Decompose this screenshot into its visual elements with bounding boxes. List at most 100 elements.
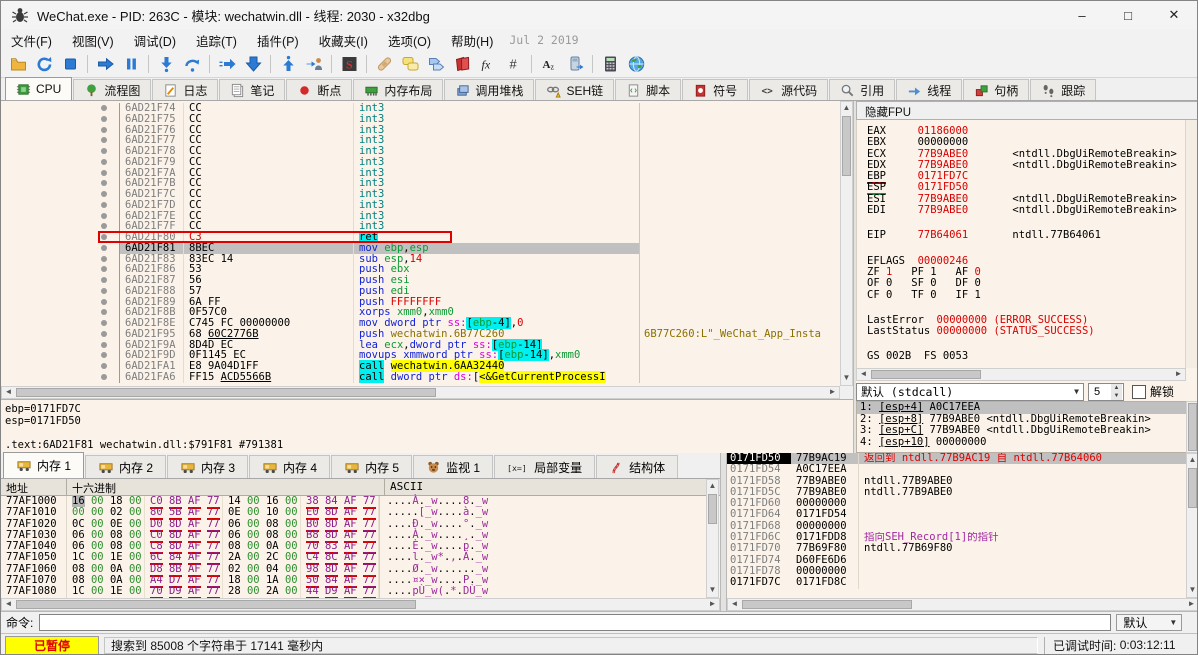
- hide-fpu-button[interactable]: 隐藏FPU: [856, 101, 1198, 120]
- attach-icon[interactable]: [302, 53, 326, 76]
- tab-seh[interactable]: SEH链: [535, 79, 614, 100]
- breakpoint-dot-icon[interactable]: [1, 275, 120, 286]
- menu-item[interactable]: 帮助(H): [441, 31, 503, 50]
- bookmarks-icon[interactable]: [450, 53, 474, 76]
- breakpoint-dot-icon[interactable]: [1, 135, 120, 146]
- tab-memory-5[interactable]: 内存 5: [331, 455, 412, 478]
- bottom-splitter[interactable]: [720, 453, 727, 611]
- breakpoint-dot-icon[interactable]: [1, 297, 120, 308]
- pause-icon[interactable]: [119, 53, 143, 76]
- calculator-icon[interactable]: [598, 53, 622, 76]
- breakpoint-dot-icon[interactable]: [1, 318, 120, 329]
- tab-script[interactable]: 脚本: [615, 79, 681, 100]
- tab-log[interactable]: 日志: [152, 79, 218, 100]
- breakpoint-dot-icon[interactable]: [1, 157, 120, 168]
- disassembly-view[interactable]: 6AD21F74CCint36AD21F75CCint36AD21F76CCin…: [1, 101, 840, 386]
- execute-till-return-icon[interactable]: [276, 53, 300, 76]
- tab-references[interactable]: 引用: [829, 79, 895, 100]
- menu-item[interactable]: 视图(V): [62, 31, 124, 50]
- tab-callstack[interactable]: 调用堆栈: [444, 79, 534, 100]
- breakpoint-dot-icon[interactable]: [1, 125, 120, 136]
- disasm-row[interactable]: 6AD21F7DCCint3: [1, 200, 840, 211]
- registers-vscrollbar[interactable]: [1185, 120, 1198, 368]
- disasm-row[interactable]: 6AD21F75CCint3: [1, 114, 840, 125]
- run-icon[interactable]: [93, 53, 117, 76]
- stack-row[interactable]: 0171FD7077B69F80ntdll.77B69F80: [727, 543, 1186, 554]
- dump-row[interactable]: 77AF101000 00 02 0080 5B AF 770E 00 10 0…: [1, 507, 720, 518]
- breakpoint-dot-icon[interactable]: [1, 232, 120, 243]
- stack-hscrollbar[interactable]: ◄►: [727, 598, 1198, 611]
- tab-graph[interactable]: 流程图: [73, 79, 151, 100]
- register-line[interactable]: LastStatus 00000000 (STATUS_SUCCESS): [867, 326, 1186, 337]
- breakpoint-dot-icon[interactable]: [1, 146, 120, 157]
- tab-memory-2[interactable]: 内存 2: [85, 455, 166, 478]
- labels-icon[interactable]: [424, 53, 448, 76]
- stack-row[interactable]: 0171FD54A0C17EEA: [727, 464, 1186, 475]
- dump-vscrollbar[interactable]: ▲▼: [706, 479, 719, 598]
- command-profile-select[interactable]: 默认 ▼: [1116, 614, 1182, 631]
- calling-convention-select[interactable]: 默认 (stdcall) ▼: [856, 383, 1084, 401]
- step-over-icon[interactable]: [180, 53, 204, 76]
- internet-icon[interactable]: [624, 53, 648, 76]
- scylla-icon[interactable]: S: [337, 53, 361, 76]
- breakpoint-dot-icon[interactable]: [1, 340, 120, 351]
- breakpoint-dot-icon[interactable]: [1, 286, 120, 297]
- breakpoint-dot-icon[interactable]: [1, 114, 120, 125]
- breakpoint-dot-icon[interactable]: [1, 254, 120, 265]
- register-line[interactable]: EIP 77B64061 ntdll.77B64061: [867, 230, 1186, 241]
- tab-memmap[interactable]: 内存布局: [353, 79, 443, 100]
- menu-item[interactable]: 收藏夹(I): [309, 31, 378, 50]
- tab-locals[interactable]: [x=]局部变量: [494, 455, 595, 478]
- tab-memory-4[interactable]: 内存 4: [249, 455, 330, 478]
- breakpoint-dot-icon[interactable]: [1, 307, 120, 318]
- breakpoint-dot-icon[interactable]: [1, 372, 120, 383]
- stack-vscrollbar[interactable]: ▲▼: [1186, 453, 1198, 598]
- maximize-button[interactable]: □: [1105, 1, 1151, 29]
- checkbox-box[interactable]: [1132, 385, 1146, 399]
- close-icon[interactable]: [58, 53, 82, 76]
- menu-item[interactable]: 文件(F): [1, 31, 62, 50]
- menu-item[interactable]: 调试(D): [124, 31, 186, 50]
- command-input[interactable]: [39, 614, 1111, 631]
- breakpoint-dot-icon[interactable]: [1, 189, 120, 200]
- register-line[interactable]: GS 002B FS 0053: [867, 351, 1186, 362]
- register-line[interactable]: EDI 77B9ABE0 <ntdll.DbgUiRemoteBreakin>: [867, 205, 1186, 216]
- tab-handles[interactable]: 句柄: [963, 79, 1029, 100]
- function-icon[interactable]: fx: [476, 53, 500, 76]
- dump-row[interactable]: 77AF10801C 00 1E 0070 D9 AF 7728 00 2A 0…: [1, 586, 720, 597]
- breakpoint-dot-icon[interactable]: [1, 243, 120, 254]
- restart-icon[interactable]: [32, 53, 56, 76]
- tab-trace[interactable]: 跟踪: [1030, 79, 1096, 100]
- case-icon[interactable]: Az: [537, 53, 561, 76]
- argument-line[interactable]: 4: [esp+10] 00000000: [857, 437, 1186, 449]
- breakpoint-dot-icon[interactable]: [1, 178, 120, 189]
- unlock-checkbox[interactable]: 解锁: [1132, 383, 1174, 400]
- menu-item[interactable]: 追踪(T): [186, 31, 247, 50]
- tab-symbols[interactable]: 符号: [682, 79, 748, 100]
- stack-view[interactable]: 0171FD5077B9AC19返回到 ntdll.77B9AC19 自 ntd…: [727, 453, 1186, 598]
- close-button[interactable]: ✕: [1151, 1, 1197, 29]
- tab-breakpoints[interactable]: 断点: [286, 79, 352, 100]
- disasm-row[interactable]: 6AD21F79CCint3: [1, 157, 840, 168]
- menu-item[interactable]: 选项(O): [378, 31, 441, 50]
- registers-hscrollbar[interactable]: ◄►: [856, 368, 1186, 381]
- patch-icon[interactable]: [372, 53, 396, 76]
- breakpoint-dot-icon[interactable]: [1, 211, 120, 222]
- tab-notes[interactable]: 笔记: [219, 79, 285, 100]
- run-to-user-code-icon[interactable]: [215, 53, 239, 76]
- tab-memory-1[interactable]: 内存 1: [3, 452, 84, 478]
- breakpoint-dot-icon[interactable]: [1, 200, 120, 211]
- comments-icon[interactable]: [398, 53, 422, 76]
- stack-row[interactable]: 0171FD7C0171FD8C: [727, 577, 1186, 588]
- breakpoint-dot-icon[interactable]: [1, 168, 120, 179]
- step-into-icon[interactable]: [154, 53, 178, 76]
- disassembly-vscrollbar[interactable]: ▲▼: [840, 101, 853, 386]
- dump-hscrollbar[interactable]: ◄►: [1, 598, 720, 611]
- breakpoint-dot-icon[interactable]: [1, 361, 120, 372]
- breakpoint-dot-icon[interactable]: [1, 329, 120, 340]
- registers-list[interactable]: EAX 01186000EBX 00000000ECX 77B9ABE0 <nt…: [856, 120, 1186, 368]
- hash-icon[interactable]: #: [502, 53, 526, 76]
- stepper-arrows-icon[interactable]: ▲▼: [1111, 384, 1122, 400]
- disassembly-hscrollbar[interactable]: ◄►: [1, 386, 840, 399]
- arguments-view[interactable]: 1: [esp+4] A0C17EEA2: [esp+8] 77B9ABE0 <…: [856, 401, 1186, 453]
